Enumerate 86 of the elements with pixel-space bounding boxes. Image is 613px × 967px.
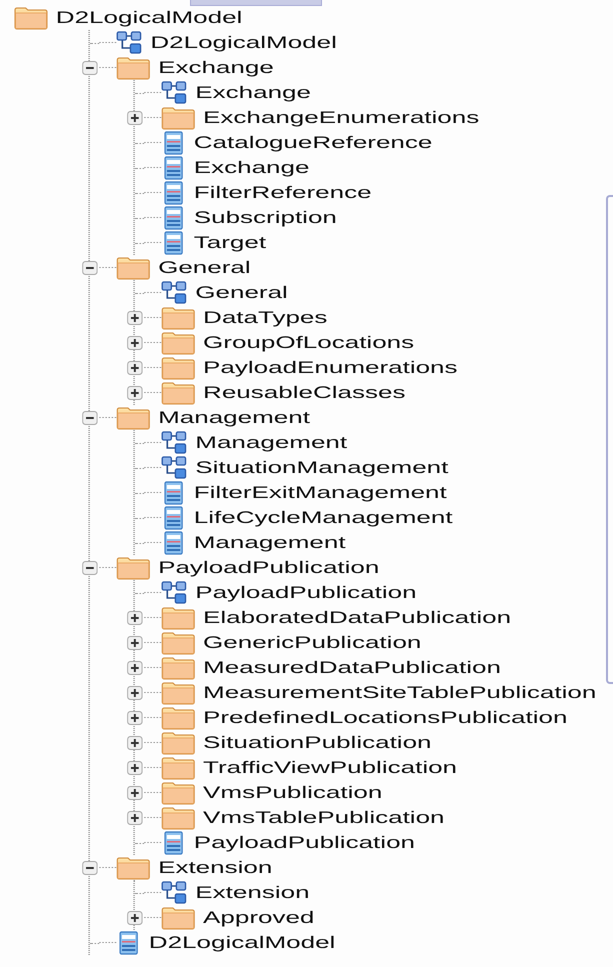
folder-icon [161, 356, 196, 380]
tree-label[interactable]: GenericPublication [203, 632, 422, 652]
folder-icon [161, 380, 196, 404]
tree-toggle[interactable] [82, 860, 98, 874]
folder-icon [161, 106, 196, 130]
tree-toggle[interactable] [127, 736, 143, 750]
tree-toggle[interactable] [127, 660, 143, 674]
tree-label[interactable]: Exchange [194, 158, 310, 178]
tree-toggle[interactable] [82, 260, 98, 274]
folder-icon [14, 6, 48, 30]
tree-label[interactable]: D2LogicalModel [148, 932, 336, 952]
tree-toggle[interactable] [127, 710, 143, 724]
diagram-icon [161, 80, 188, 104]
diagram-icon [161, 456, 188, 480]
folder-icon [161, 756, 196, 780]
tree-label[interactable]: PayloadPublication [194, 832, 415, 852]
folder-icon [161, 730, 196, 754]
folder-icon [116, 406, 150, 430]
tree-label[interactable]: Extension [195, 882, 310, 902]
tree-toggle[interactable] [127, 336, 143, 350]
tree-label[interactable]: FilterReference [194, 182, 372, 202]
tree-label[interactable]: Approved [203, 908, 314, 928]
diagram-icon [161, 430, 188, 454]
tree-label[interactable]: Management [195, 432, 348, 452]
tree-label[interactable]: D2LogicalModel [150, 32, 337, 52]
folder-icon [161, 656, 196, 680]
tree-label[interactable]: PayloadPublication [158, 558, 380, 578]
tree-toggle[interactable] [127, 386, 143, 400]
tree-label[interactable]: PayloadEnumerations [203, 358, 458, 378]
tree-label[interactable]: MeasuredDataPublication [203, 658, 501, 678]
folder-icon [161, 306, 196, 330]
tree-label[interactable]: Management [158, 408, 310, 428]
folder-icon [161, 706, 196, 730]
tree-label[interactable]: Management [194, 532, 346, 552]
tree-label[interactable]: GroupOfLocations [203, 332, 414, 352]
diagram-icon [161, 280, 188, 304]
tree-label[interactable]: VmsPublication [203, 782, 382, 802]
tree-toggle[interactable] [127, 810, 143, 824]
tree-toggle[interactable] [127, 786, 143, 800]
tree-label[interactable]: D2LogicalModel [56, 8, 242, 28]
tree-label[interactable]: FilterExitManagement [194, 482, 447, 502]
tree-toggle[interactable] [127, 310, 143, 324]
tree-label[interactable]: PayloadPublication [195, 582, 417, 602]
tree-toggle[interactable] [127, 686, 143, 700]
tree-label[interactable]: General [195, 282, 288, 302]
tree-label[interactable]: ReusableClasses [203, 382, 406, 402]
tree-toggle[interactable] [127, 360, 143, 374]
folder-icon [161, 606, 196, 630]
folder-icon [161, 806, 196, 830]
folder-icon [116, 256, 150, 280]
tree-label[interactable]: Extension [158, 858, 272, 878]
tree-label[interactable]: SituationManagement [195, 458, 448, 478]
tree-toggle[interactable] [127, 110, 143, 124]
folder-icon [116, 556, 150, 580]
tree-label[interactable]: CatalogueReference [194, 132, 432, 152]
tree-toggle[interactable] [82, 410, 98, 424]
folder-icon [116, 56, 150, 80]
tree-label[interactable]: PredefinedLocationsPublication [203, 708, 568, 728]
tree-label[interactable]: TrafficViewPublication [203, 758, 458, 778]
tree-label[interactable]: Exchange [195, 82, 311, 102]
diagram-icon [116, 30, 143, 54]
tree-label[interactable]: ExchangeEnumerations [203, 108, 480, 128]
tree-label[interactable]: ElaboratedDataPublication [203, 608, 512, 628]
folder-icon [161, 680, 196, 704]
folder-icon [161, 630, 196, 654]
tree-toggle[interactable] [127, 610, 143, 624]
tree-label[interactable]: Exchange [158, 58, 274, 78]
tree-toggle[interactable] [127, 910, 143, 924]
tree-label[interactable]: Subscription [194, 208, 337, 228]
tree-label[interactable]: SituationPublication [203, 732, 432, 752]
tree-label[interactable]: Target [194, 232, 266, 252]
tree-toggle[interactable] [82, 560, 98, 574]
tree-toggle[interactable] [127, 636, 143, 650]
tree-label[interactable]: VmsTablePublication [203, 808, 444, 828]
tree-label[interactable]: LifeCycleManagement [194, 508, 453, 528]
tree-toggle[interactable] [82, 60, 98, 74]
diagram-icon [161, 580, 188, 604]
folder-icon [161, 780, 196, 804]
tree-label[interactable]: DataTypes [203, 308, 328, 328]
tree-label[interactable]: MeasurementSiteTablePublication [203, 682, 596, 702]
folder-icon [161, 906, 196, 930]
diagram-icon [161, 880, 188, 904]
folder-icon [161, 330, 196, 354]
folder-icon [116, 856, 150, 880]
tree-label[interactable]: General [158, 258, 251, 278]
tree-toggle[interactable] [127, 760, 143, 774]
